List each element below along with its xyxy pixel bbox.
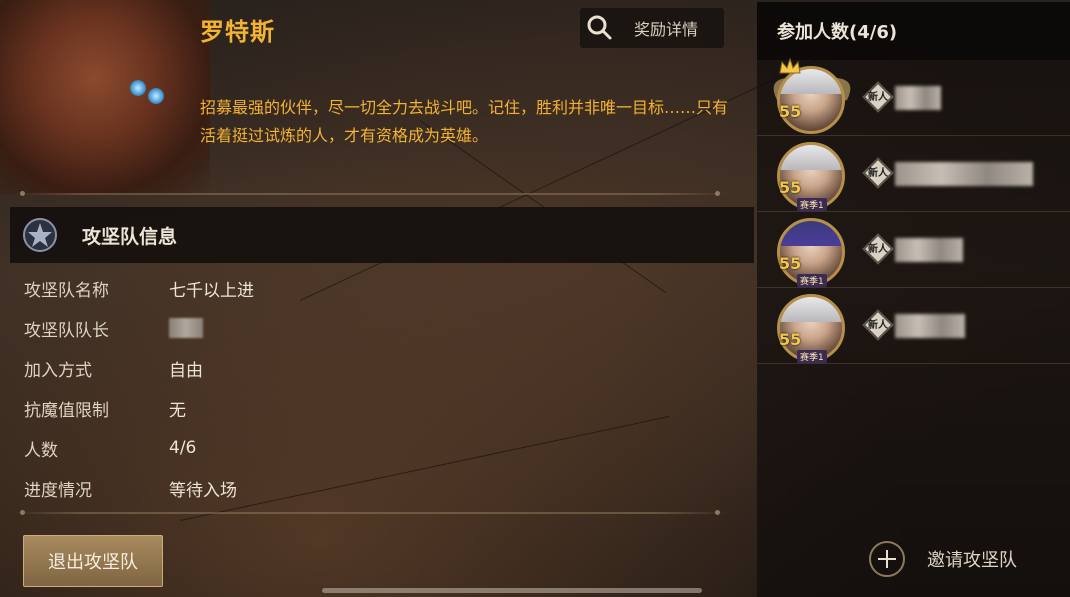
- team-info-title: 攻坚队信息: [82, 225, 178, 248]
- info-value: 等待入场: [169, 480, 237, 501]
- team-emblem-icon: [23, 218, 57, 252]
- newbie-badge-label: 新人: [868, 92, 888, 103]
- member-level: 55: [779, 254, 802, 273]
- info-label: 攻坚队队长: [24, 320, 109, 341]
- season-tag: 赛季1: [797, 274, 827, 287]
- member-name-blurred: [895, 162, 1033, 186]
- info-label: 攻坚队名称: [24, 280, 109, 301]
- avatar: [777, 66, 845, 134]
- exit-team-button[interactable]: 退出攻坚队: [23, 535, 163, 587]
- boss-eye-icon: [130, 80, 146, 96]
- info-label: 加入方式: [24, 360, 92, 381]
- scroll-indicator[interactable]: [322, 588, 702, 593]
- member-name-blurred: [895, 238, 963, 262]
- info-row-progress: 进度情况 等待入场: [24, 468, 624, 508]
- info-row-member-count: 人数 4/6: [24, 428, 624, 468]
- invite-team-label: 邀请攻坚队: [927, 550, 1017, 571]
- newbie-badge-label: 新人: [868, 168, 888, 179]
- member-level: 55: [779, 330, 802, 349]
- info-row-join-method: 加入方式 自由: [24, 348, 624, 388]
- member-level: 55: [779, 102, 802, 121]
- participants-panel: 参加人数(4/6) 55 新人 55 赛季1 新人 55 赛季1 新人 55 赛…: [757, 2, 1070, 597]
- info-label: 抗魔值限制: [24, 400, 109, 421]
- member-name-blurred: [895, 86, 941, 110]
- boss-portrait: [0, 0, 210, 195]
- info-row-team-name: 攻坚队名称 七千以上进: [24, 268, 624, 308]
- info-row-team-leader: 攻坚队队长: [24, 308, 624, 348]
- newbie-badge-label: 新人: [868, 320, 888, 331]
- boss-name: 罗特斯: [200, 18, 275, 46]
- season-tag: 赛季1: [797, 350, 827, 363]
- reward-details-label: 奖励详情: [634, 20, 699, 39]
- info-value: 七千以上进: [169, 280, 254, 301]
- reward-details-button[interactable]: 奖励详情: [580, 8, 724, 48]
- member-name-blurred: [895, 314, 965, 338]
- info-label: 人数: [24, 440, 58, 461]
- team-info-header: 攻坚队信息: [10, 207, 754, 263]
- member-row[interactable]: 55 赛季1 新人: [757, 212, 1070, 288]
- newbie-badge-label: 新人: [868, 244, 888, 255]
- season-tag: 赛季1: [797, 198, 827, 211]
- info-label: 进度情况: [24, 480, 92, 501]
- boss-description: 招募最强的伙伴，尽一切全力去战斗吧。记住，胜利并非唯一目标……只有活着挺过试炼的…: [200, 98, 729, 145]
- plus-icon: [869, 541, 905, 577]
- info-value: 无: [169, 400, 186, 421]
- member-level: 55: [779, 178, 802, 197]
- info-row-resistance-limit: 抗魔值限制 无: [24, 388, 624, 428]
- participants-header: 参加人数(4/6): [757, 2, 1070, 60]
- member-row[interactable]: 55 赛季1 新人: [757, 288, 1070, 364]
- invite-team-button[interactable]: 邀请攻坚队: [867, 535, 1017, 583]
- divider: [12, 510, 728, 515]
- search-icon: [580, 8, 620, 48]
- member-row[interactable]: 55 新人: [757, 58, 1070, 136]
- info-value: 4/6: [169, 438, 197, 458]
- boss-header: 罗特斯 奖励详情 招募最强的伙伴，尽一切全力去战斗吧。记住，胜利并非唯一目标………: [0, 0, 740, 200]
- crown-icon: [779, 58, 801, 74]
- team-info-table: 攻坚队名称 七千以上进 攻坚队队长 加入方式 自由 抗魔值限制 无 人数 4/6…: [24, 268, 624, 508]
- info-value: 自由: [169, 360, 203, 381]
- leader-name-blurred: [169, 318, 203, 338]
- divider: [12, 191, 728, 196]
- member-row[interactable]: 55 赛季1 新人: [757, 136, 1070, 212]
- boss-eye-icon: [148, 88, 164, 104]
